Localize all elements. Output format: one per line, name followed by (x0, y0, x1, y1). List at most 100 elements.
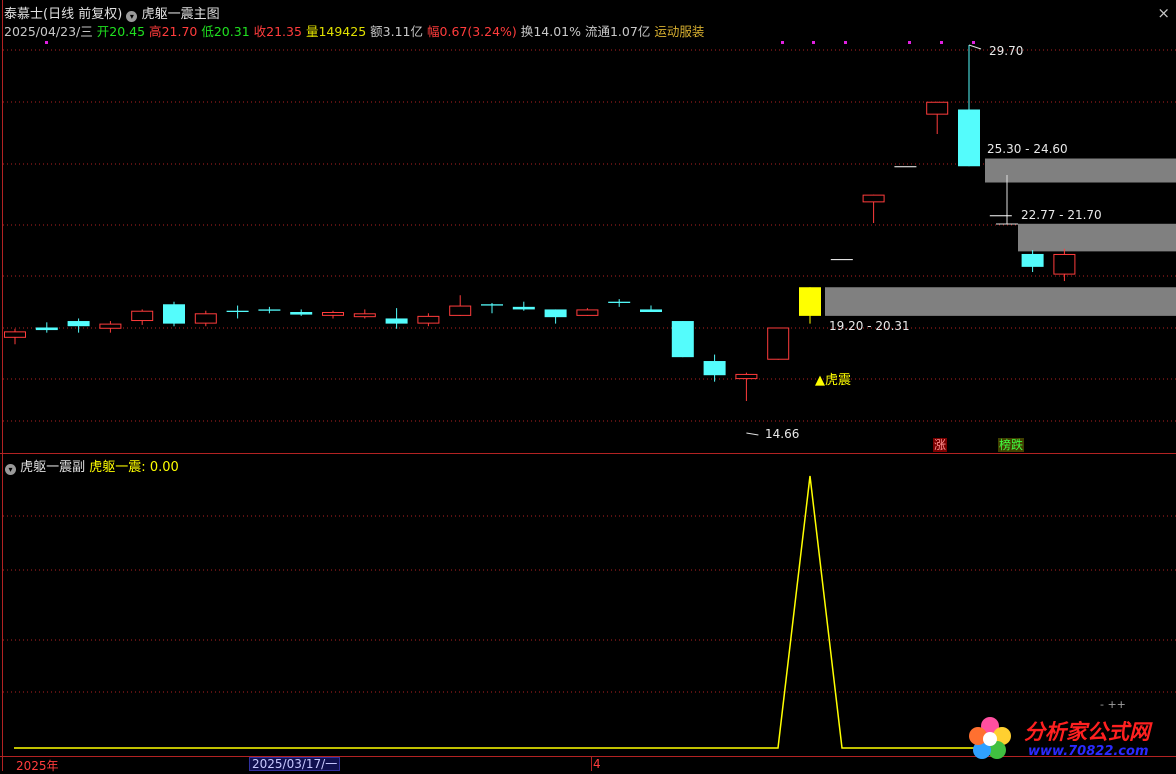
candle-body (767, 327, 790, 360)
candle (671, 321, 694, 358)
watermark-title: 分析家公式网 (1024, 720, 1150, 744)
candle-body (385, 318, 408, 324)
low-price-label: 14.66 (765, 427, 800, 441)
candle-body (576, 309, 599, 316)
event-marker (45, 41, 48, 44)
candle (163, 301, 185, 327)
candle-body (226, 310, 249, 313)
event-marker (812, 41, 815, 44)
grid-lines (3, 49, 1176, 422)
candle-body (449, 305, 472, 316)
candle-body (290, 312, 313, 315)
candle (576, 308, 599, 316)
high-price-label: 29.70 (989, 44, 1024, 58)
candle-body (417, 315, 440, 324)
zone-band (985, 158, 1176, 183)
indicator-series (14, 475, 975, 749)
candle-body (353, 313, 376, 318)
candle-body (671, 321, 694, 358)
candle (544, 309, 567, 324)
candle (926, 101, 949, 135)
candle (194, 310, 217, 327)
candle-body (4, 331, 26, 338)
candle (735, 372, 758, 402)
cursor-date-box[interactable]: 2025/03/17/一 (249, 757, 341, 771)
event-marker (972, 41, 975, 44)
high-pointer (968, 44, 982, 50)
candle-body (1021, 253, 1044, 267)
candle-body (1053, 253, 1076, 275)
event-marker (940, 41, 943, 44)
flower-logo-icon (966, 714, 1014, 762)
candle (99, 321, 122, 333)
candle-body (958, 109, 980, 167)
candle (958, 45, 980, 167)
candle (290, 309, 313, 316)
candle-body (194, 313, 217, 324)
signal-label: ▲虎震 (815, 373, 851, 388)
candle-body (67, 321, 90, 327)
candlestick-chart[interactable] (0, 0, 1176, 453)
candle (894, 166, 917, 168)
candle (131, 309, 154, 325)
candle-body (640, 309, 662, 313)
candle-body (608, 301, 631, 303)
candle-body (258, 309, 281, 311)
candle (830, 259, 853, 261)
indicator-line (14, 475, 975, 749)
zone-label-3: 19.20 - 20.31 (829, 319, 910, 333)
candle-body (989, 215, 1012, 217)
candle-body (322, 312, 344, 316)
candle-body (735, 373, 758, 380)
candle (640, 305, 662, 313)
candle-body (926, 101, 949, 115)
candle (862, 194, 885, 224)
zone-band (1018, 223, 1176, 252)
left-axis-line (2, 0, 3, 771)
candle (703, 354, 726, 382)
candle-body (830, 259, 853, 261)
candle (353, 309, 376, 319)
event-marker (908, 41, 911, 44)
candle (385, 308, 408, 329)
watermark-url: www.70822.com (1028, 744, 1149, 759)
event-marker (781, 41, 784, 44)
candle (449, 295, 472, 316)
zone-label-1: 25.30 - 24.60 (987, 142, 1068, 156)
zoom-control-icon[interactable]: - ++ (1100, 698, 1126, 711)
month-label: 4 (591, 757, 601, 771)
candle (1021, 250, 1044, 273)
candle (799, 287, 821, 324)
limit-up-badge[interactable]: 涨 (933, 438, 948, 452)
candle-body (799, 287, 821, 316)
year-label: 2025年 (16, 759, 59, 773)
resistance-zones (825, 158, 1176, 316)
candle (322, 310, 344, 319)
candle (4, 328, 26, 345)
main-chart-panel[interactable]: 泰慕士(日线 前复权) ▾ 虎躯一震主图 2025/04/23/三 开20.45… (0, 0, 1176, 453)
candle (226, 305, 249, 319)
zone-label-2: 22.77 - 21.70 (1021, 208, 1102, 222)
low-pointer (746, 432, 759, 436)
candle-body (544, 309, 567, 318)
event-marker (844, 41, 847, 44)
candle (35, 322, 58, 333)
top-markers (45, 41, 975, 44)
candles (4, 44, 1076, 436)
sub-grid-lines (3, 515, 1176, 693)
candle (989, 215, 1012, 217)
candle (512, 301, 535, 311)
candle (258, 306, 281, 314)
candle-body (35, 327, 58, 331)
candle-body (481, 304, 503, 306)
candle-body (894, 166, 917, 168)
dragon-board-badge[interactable]: 榜跌 (998, 438, 1025, 452)
candle-body (862, 194, 885, 203)
zone-band (825, 287, 1176, 316)
candle (481, 302, 503, 314)
candle-body (99, 323, 122, 329)
candle (417, 313, 440, 327)
candle-body (512, 306, 535, 310)
candle (608, 299, 631, 307)
candle (67, 318, 90, 333)
